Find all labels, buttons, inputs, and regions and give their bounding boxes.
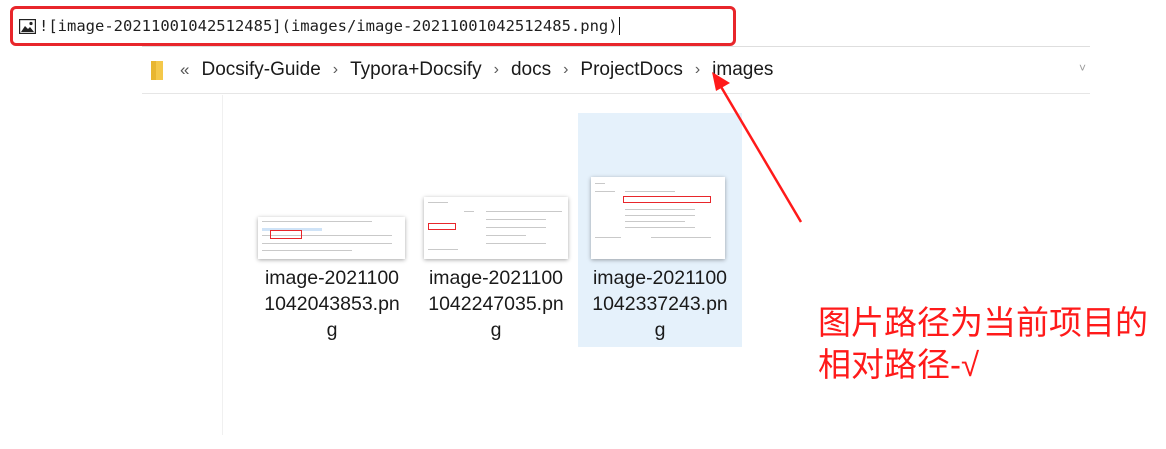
annotation-text: 图片路径为当前项目的 相对路径-√: [818, 304, 1148, 383]
